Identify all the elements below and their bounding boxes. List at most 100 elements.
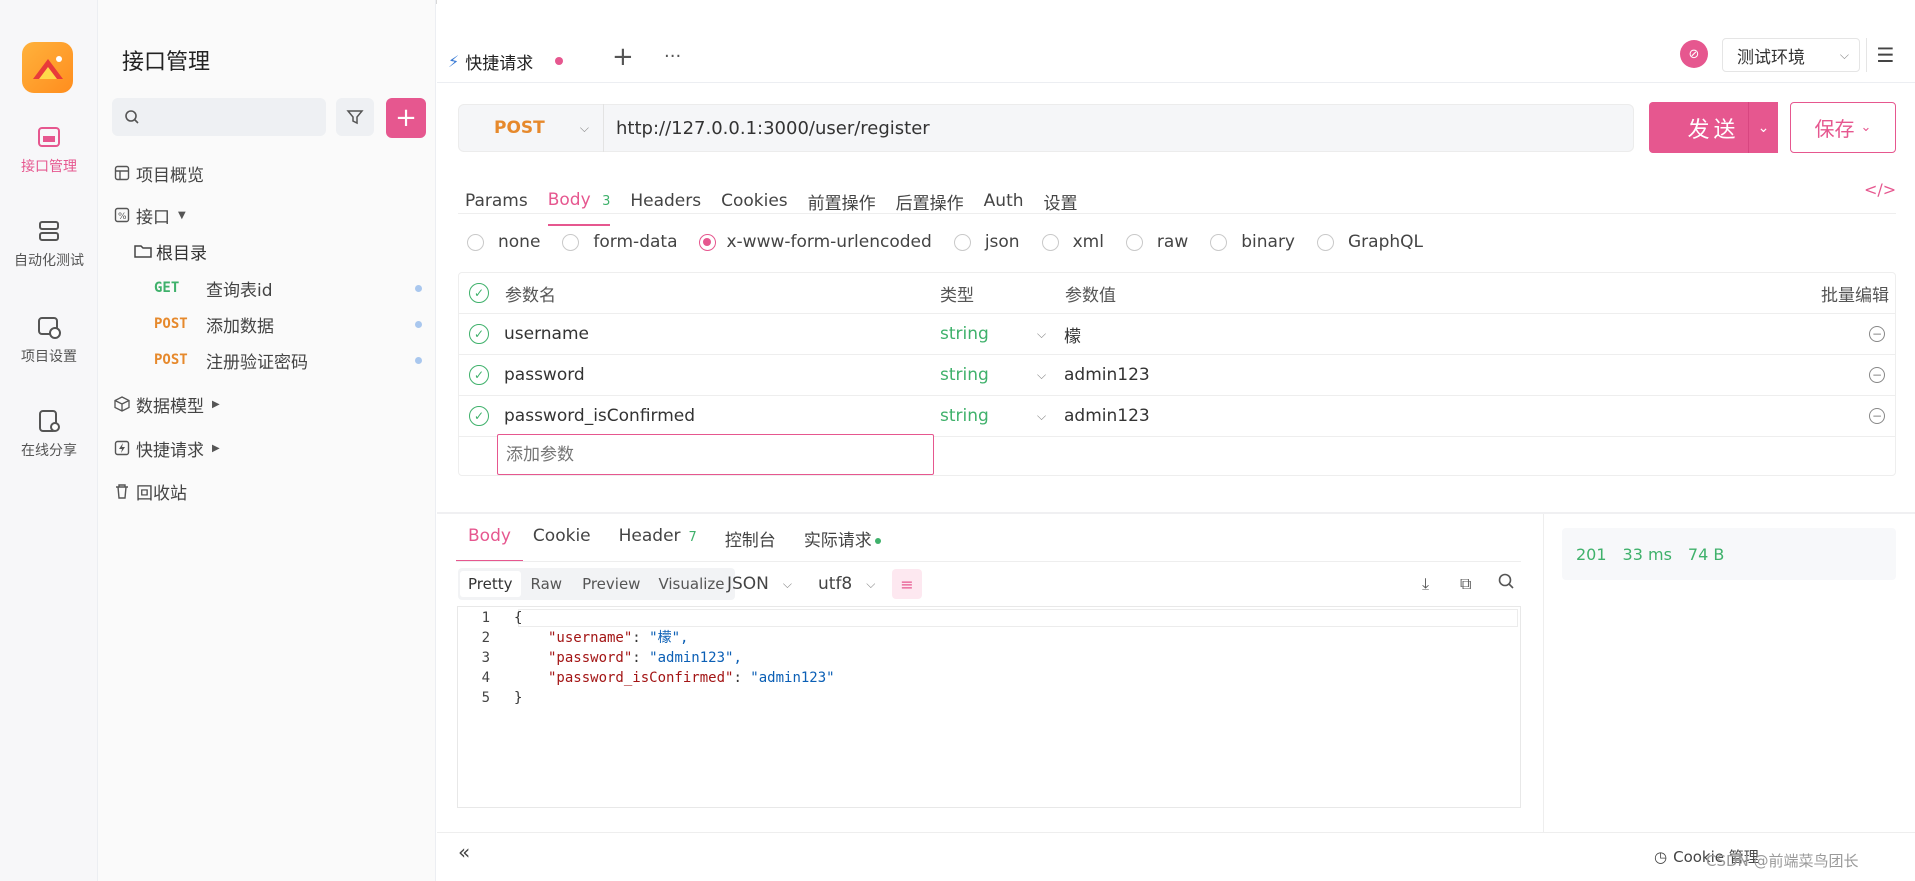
collapse-icon[interactable]: « — [458, 840, 470, 864]
radio-urlencoded[interactable] — [699, 233, 717, 251]
chevron-down-icon[interactable]: ⌵ — [1037, 327, 1046, 342]
view-mode-group: Pretty Raw Preview Visualize — [458, 568, 735, 600]
api-item-1[interactable]: POST 添加数据 — [154, 309, 422, 339]
tab-params[interactable]: Params — [465, 191, 528, 211]
format-select[interactable]: JSON ⌵ — [727, 574, 792, 594]
url-input[interactable] — [616, 108, 1626, 148]
remove-icon[interactable]: − — [1869, 408, 1885, 424]
filter-button[interactable] — [336, 98, 374, 136]
chevron-down-icon[interactable]: ⌵ — [1037, 368, 1046, 383]
tab-auth[interactable]: Auth — [984, 191, 1024, 211]
resp-tab-console[interactable]: 控制台 — [725, 524, 776, 553]
cookie-icon: ◷ — [1654, 847, 1668, 866]
menu-button[interactable]: ☰ — [1866, 38, 1904, 72]
response-size: 74 B — [1687, 544, 1725, 564]
code-line: 3 "password": "admin123", — [481, 650, 742, 666]
resp-tab-actual-request[interactable]: 实际请求 — [804, 524, 881, 553]
app-rail: 接口管理 自动化测试 项目设置 在线分享 — [0, 0, 98, 881]
remove-icon[interactable]: − — [1869, 367, 1885, 383]
api-item-2[interactable]: POST 注册验证密码 — [154, 345, 422, 375]
status-dot — [415, 320, 422, 328]
chevron-down-icon: ⌄ — [1757, 119, 1770, 136]
view-pretty[interactable]: Pretty — [460, 571, 521, 597]
view-preview[interactable]: Preview — [572, 571, 650, 597]
remove-icon[interactable]: − — [1869, 326, 1885, 342]
tab-headers[interactable]: Headers — [630, 191, 701, 211]
api-icon — [38, 127, 60, 147]
tab-post-ops[interactable]: 后置操作 — [896, 189, 964, 214]
new-tab-button[interactable]: + — [612, 42, 634, 72]
copy-icon[interactable]: ⧉ — [1460, 574, 1471, 594]
code-line: 2 "username": "檬", — [481, 630, 689, 646]
env-status-icon[interactable]: ⊘ — [1680, 40, 1708, 68]
check-all-icon[interactable]: ✓ — [469, 283, 489, 303]
bulk-edit-button[interactable]: 批量编辑 — [1821, 281, 1889, 306]
share-icon — [39, 410, 60, 432]
env-select[interactable]: 测试环境 ⌵ — [1722, 38, 1860, 72]
radio-raw[interactable] — [1125, 233, 1143, 251]
chevron-down-icon: ⌵ — [1839, 47, 1849, 62]
radio-xml[interactable] — [1041, 233, 1059, 251]
nav-interface[interactable]: % 接口 ▼ — [114, 200, 186, 230]
rail-item-api[interactable]: 接口管理 — [0, 124, 98, 176]
radio-none[interactable] — [467, 233, 484, 251]
code-lines: 1{ 2 "username": "檬", 3 "password": "admin… — [458, 608, 835, 708]
save-button[interactable]: 保存 ⌄ — [1790, 102, 1896, 153]
nav-title: 接口管理 — [122, 50, 211, 75]
req-tab-divider — [458, 213, 1896, 214]
chevron-down-icon[interactable]: ⌵ — [1037, 409, 1046, 424]
radio-binary[interactable] — [1210, 233, 1228, 251]
radio-form-data[interactable] — [562, 233, 580, 251]
indicator-dot — [874, 538, 881, 544]
trash-icon — [116, 484, 128, 499]
param-row: ✓ username string ⌵ 檬 − — [459, 314, 1895, 355]
check-icon[interactable]: ✓ — [469, 365, 489, 385]
add-button[interactable]: + — [386, 98, 426, 138]
rail-item-share[interactable]: 在线分享 — [0, 408, 98, 460]
add-param-input[interactable] — [497, 434, 934, 475]
method-select[interactable]: POST ⌵ — [458, 104, 604, 152]
code-icon[interactable]: </> — [1864, 180, 1896, 199]
check-icon[interactable]: ✓ — [469, 324, 489, 344]
resp-tab-cookie[interactable]: Cookie — [533, 524, 591, 548]
api-item-0[interactable]: GET 查询表id — [154, 273, 422, 303]
tab-pre-ops[interactable]: 前置操作 — [808, 189, 876, 214]
more-tabs-button[interactable]: ··· — [664, 46, 681, 67]
download-icon[interactable]: ⤓ — [1422, 574, 1429, 594]
tab-quick-request[interactable]: ⚡ 快捷请求 — [448, 42, 598, 82]
wrap-icon[interactable]: ≡ — [892, 569, 922, 599]
nav-quick-request[interactable]: 快捷请求 ▶ — [114, 433, 220, 463]
chevron-down-icon: ⌄ — [1860, 120, 1872, 135]
resp-tab-header[interactable]: Header 7 — [619, 524, 697, 548]
nav-root-folder[interactable]: 根目录 — [134, 236, 207, 266]
resp-tab-body[interactable]: Body — [456, 524, 523, 562]
request-tabs: Params Body 3 Headers Cookies 前置操作 后置操作 … — [465, 176, 1078, 226]
chevron-down-icon: ⌵ — [866, 576, 876, 591]
app-logo-icon — [22, 42, 73, 93]
radio-graphql[interactable] — [1317, 233, 1334, 251]
nav-recycle[interactable]: 回收站 — [114, 476, 187, 506]
view-raw[interactable]: Raw — [521, 571, 573, 597]
status-dot — [415, 356, 422, 364]
caret-down-icon: ▼ — [178, 209, 186, 221]
radio-json[interactable] — [953, 233, 971, 251]
bolt-icon: ⚡ — [448, 51, 460, 71]
nav-data-model[interactable]: 数据模型 ▶ — [114, 389, 220, 419]
send-dropdown-button[interactable]: ⌄ — [1748, 102, 1778, 153]
response-editor[interactable]: 1{ 2 "username": "檬", 3 "password": "admin… — [457, 606, 1521, 808]
tab-cookies[interactable]: Cookies — [721, 191, 788, 211]
caret-right-icon: ▶ — [212, 442, 220, 454]
view-visualize[interactable]: Visualize — [650, 571, 732, 597]
search-box[interactable] — [112, 98, 326, 136]
search-icon[interactable] — [1497, 572, 1515, 595]
rail-item-settings[interactable]: 项目设置 — [0, 314, 98, 366]
tab-settings[interactable]: 设置 — [1044, 189, 1078, 214]
check-icon[interactable]: ✓ — [469, 406, 489, 426]
watermark: CSDN @前端菜鸟团长 — [1706, 852, 1859, 870]
rail-item-test[interactable]: 自动化测试 — [0, 218, 98, 270]
nav-overview[interactable]: 项目概览 — [114, 158, 204, 188]
menu-icon: ☰ — [1876, 43, 1895, 67]
encoding-select[interactable]: utf8 ⌵ — [818, 574, 875, 594]
search-input[interactable] — [148, 108, 318, 126]
tab-body[interactable]: Body 3 — [547, 190, 611, 226]
